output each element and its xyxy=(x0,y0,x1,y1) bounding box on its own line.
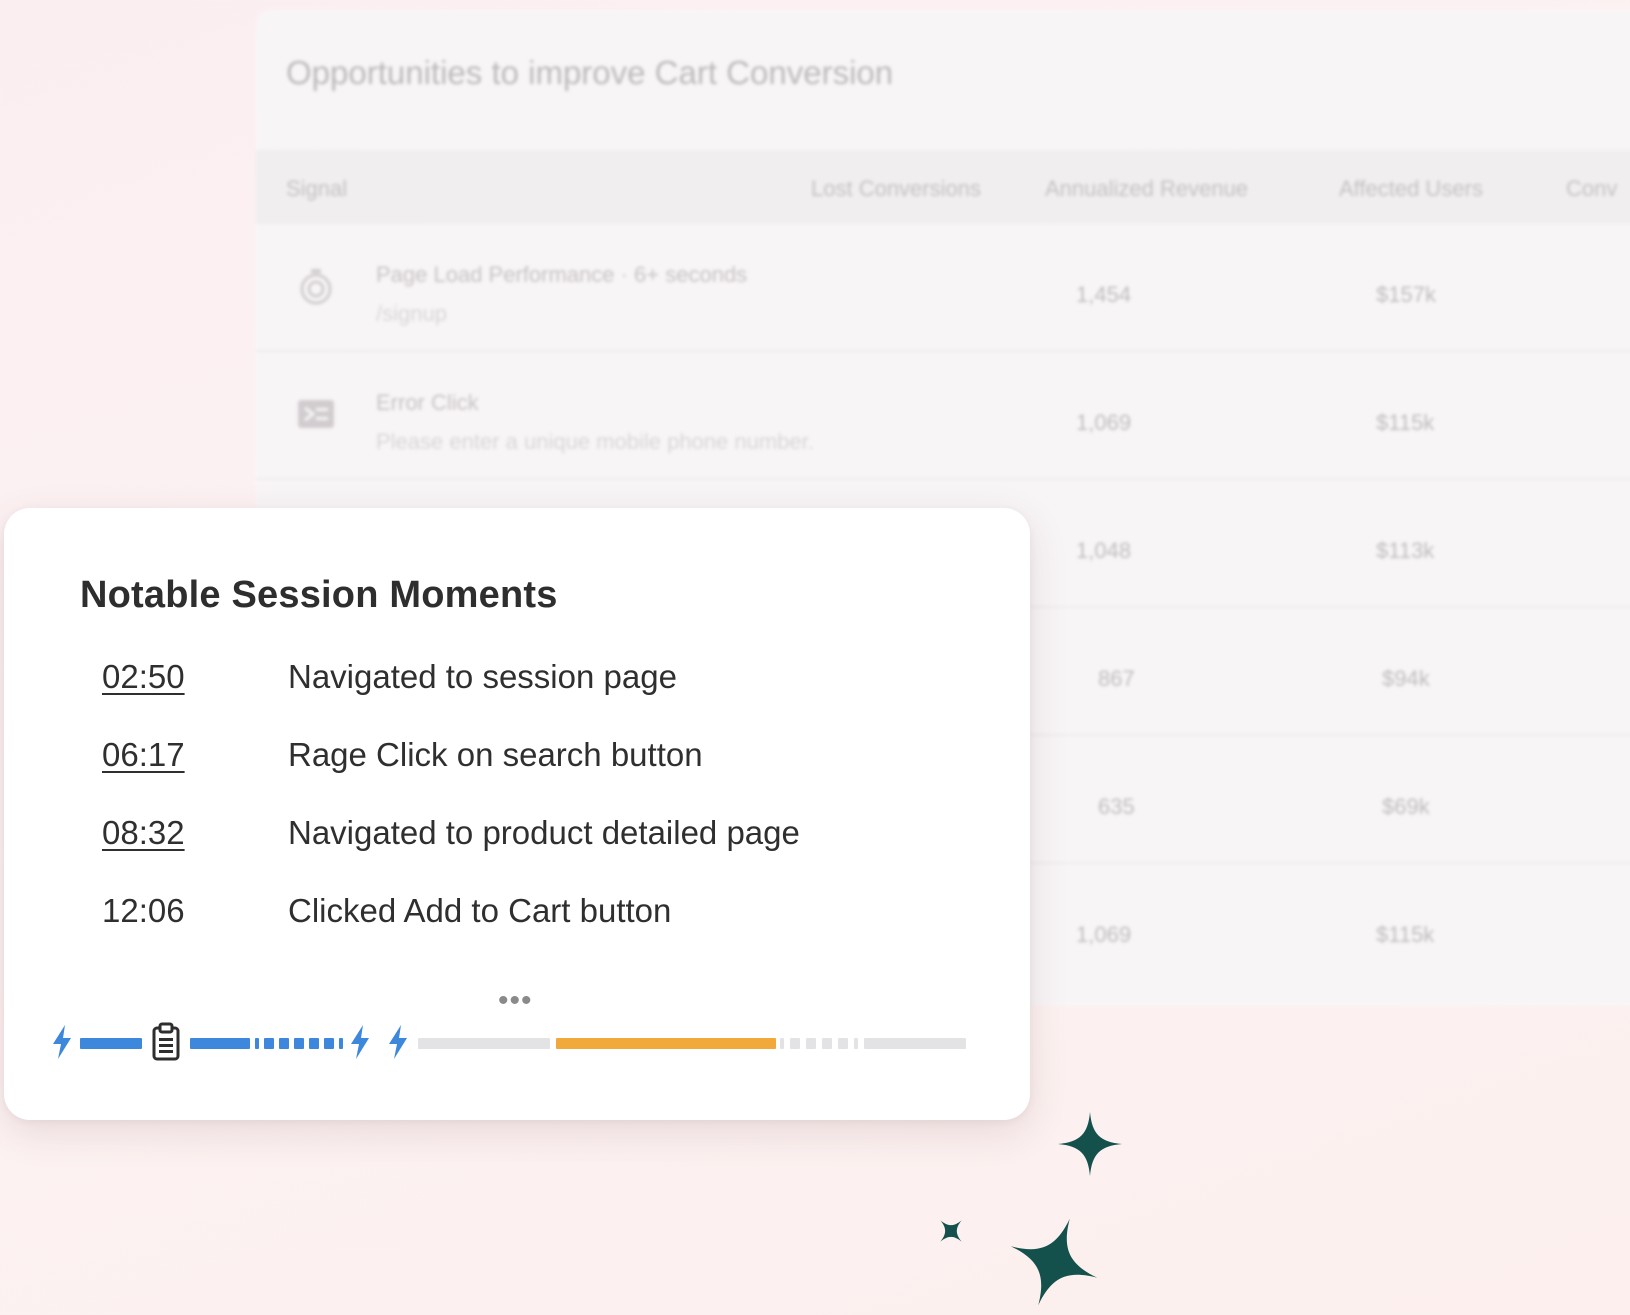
stopwatch-icon xyxy=(296,266,336,306)
signal-title: Error Click xyxy=(376,390,479,415)
timeline-tick xyxy=(854,1038,858,1049)
lost-conversions-value: 867 xyxy=(1098,666,1135,691)
signal-detail: Please enter a unique mobile phone numbe… xyxy=(376,429,814,454)
signal-detail: /signup xyxy=(376,301,447,326)
notable-session-moments-card: Notable Session Moments 02:50 Navigated … xyxy=(4,508,1030,1120)
table-row[interactable]: Page Load Performance · 6+ seconds /sign… xyxy=(256,224,1630,352)
timeline-tick xyxy=(822,1038,832,1049)
table-row[interactable]: Error Click Please enter a unique mobile… xyxy=(256,352,1630,480)
sparkle-icon xyxy=(1058,1112,1122,1176)
moment-description: Rage Click on search button xyxy=(288,736,703,773)
more-moments-button[interactable]: ••• xyxy=(498,986,533,1016)
timeline-segment-active xyxy=(190,1038,250,1049)
annualized-revenue-value: $94k xyxy=(1382,666,1430,691)
sparkle-icon xyxy=(940,1220,962,1242)
lost-conversions-value: 635 xyxy=(1098,794,1135,819)
column-header-affected-users[interactable]: Affected Users xyxy=(1339,176,1483,202)
table-header: Signal Lost Conversions Annualized Reven… xyxy=(256,150,1630,224)
clipboard-icon[interactable] xyxy=(150,1022,182,1062)
session-timeline[interactable] xyxy=(50,1018,1010,1068)
timeline-segment-inactive xyxy=(418,1038,550,1049)
column-header-annualized-revenue[interactable]: Annualized Revenue xyxy=(1045,176,1248,202)
lost-conversions-value: 1,069 xyxy=(1076,922,1132,947)
moment-description: Navigated to product detailed page xyxy=(288,814,800,851)
lightning-icon[interactable] xyxy=(348,1024,372,1060)
moment-timestamp-link[interactable]: 02:50 xyxy=(102,658,185,696)
timeline-tick xyxy=(255,1038,259,1049)
annualized-revenue-value: $69k xyxy=(1382,794,1430,819)
moment-timestamp-link[interactable]: 06:17 xyxy=(102,736,185,774)
table-title: Opportunities to improve Cart Conversion xyxy=(286,54,894,91)
timeline-tick xyxy=(838,1038,848,1049)
lightning-icon[interactable] xyxy=(50,1024,74,1060)
timeline-tick xyxy=(264,1038,274,1049)
lightning-icon[interactable] xyxy=(386,1024,410,1060)
list-item: 08:32 Navigated to product detailed page xyxy=(102,814,982,864)
timeline-tick xyxy=(790,1038,800,1049)
annualized-revenue-value: $113k xyxy=(1376,538,1435,563)
annualized-revenue-value: $115k xyxy=(1376,922,1435,947)
timeline-segment-highlight xyxy=(556,1038,776,1049)
timeline-tick xyxy=(324,1038,334,1049)
annualized-revenue-value: $115k xyxy=(1376,410,1435,435)
lost-conversions-value: 1,454 xyxy=(1076,282,1132,307)
card-title: Notable Session Moments xyxy=(80,574,558,616)
list-item: 12:06 Clicked Add to Cart button xyxy=(102,892,982,942)
timeline-tick xyxy=(294,1038,304,1049)
timeline-tick xyxy=(806,1038,816,1049)
timeline-tick xyxy=(309,1038,319,1049)
timeline-segment-inactive xyxy=(864,1038,966,1049)
timeline-tick xyxy=(279,1038,289,1049)
column-header-conversion[interactable]: Conv xyxy=(1566,176,1617,202)
lost-conversions-value: 1,048 xyxy=(1076,538,1132,563)
list-item: 06:17 Rage Click on search button xyxy=(102,736,982,786)
moment-description: Navigated to session page xyxy=(288,658,677,695)
timeline-segment-active xyxy=(80,1038,142,1049)
moment-timestamp: 12:06 xyxy=(102,892,185,929)
list-item: 02:50 Navigated to session page xyxy=(102,658,982,708)
lost-conversions-value: 1,069 xyxy=(1076,410,1132,435)
column-header-lost-conversions[interactable]: Lost Conversions xyxy=(811,176,981,202)
sparkle-icon xyxy=(1010,1218,1098,1306)
terminal-icon xyxy=(296,394,336,434)
signal-title: Page Load Performance · 6+ seconds xyxy=(376,262,748,287)
timeline-tick xyxy=(339,1038,343,1049)
annualized-revenue-value: $157k xyxy=(1376,282,1436,307)
timeline-tick xyxy=(780,1038,784,1049)
column-header-signal[interactable]: Signal xyxy=(286,176,347,202)
moment-timestamp-link[interactable]: 08:32 xyxy=(102,814,185,852)
moment-description: Clicked Add to Cart button xyxy=(288,892,672,929)
